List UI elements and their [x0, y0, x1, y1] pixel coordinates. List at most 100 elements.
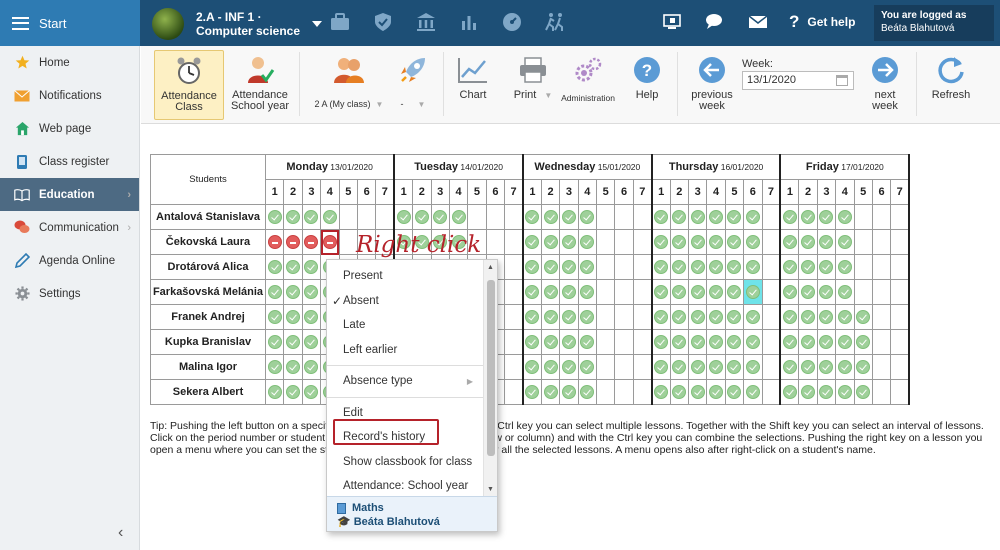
lesson-cell[interactable] — [651, 304, 671, 330]
lesson-cell[interactable] — [614, 329, 634, 355]
lesson-cell[interactable] — [577, 379, 598, 405]
lesson-cell[interactable] — [779, 379, 800, 405]
lesson-number-header[interactable]: 3 — [559, 179, 579, 205]
lesson-cell[interactable] — [687, 254, 708, 280]
lesson-cell[interactable] — [669, 254, 689, 280]
lesson-cell[interactable] — [522, 204, 542, 230]
lesson-cell[interactable] — [890, 229, 911, 255]
lesson-cell[interactable] — [761, 279, 782, 305]
lesson-cell[interactable] — [651, 254, 671, 280]
lesson-cell[interactable] — [596, 204, 616, 230]
lesson-cell[interactable] — [540, 279, 561, 305]
lesson-cell[interactable] — [320, 229, 340, 255]
lesson-number-header[interactable]: 1 — [393, 179, 414, 205]
lesson-cell[interactable] — [669, 379, 689, 405]
lesson-cell[interactable] — [779, 229, 800, 255]
lesson-number-header[interactable]: 7 — [632, 179, 653, 205]
lesson-cell[interactable] — [743, 304, 763, 330]
lesson-cell[interactable] — [816, 229, 837, 255]
lesson-cell[interactable] — [577, 354, 598, 380]
lesson-cell[interactable] — [504, 354, 524, 380]
lesson-cell[interactable] — [540, 229, 561, 255]
lesson-cell[interactable] — [577, 229, 598, 255]
lesson-cell[interactable] — [283, 379, 303, 405]
lesson-cell[interactable] — [871, 379, 892, 405]
lesson-cell[interactable] — [264, 304, 285, 330]
lesson-cell[interactable] — [779, 329, 800, 355]
lesson-cell[interactable] — [669, 279, 689, 305]
lesson-cell[interactable] — [687, 279, 708, 305]
lesson-cell[interactable] — [632, 379, 653, 405]
lesson-cell[interactable] — [522, 229, 542, 255]
briefcase-icon[interactable] — [328, 10, 352, 34]
lesson-cell[interactable] — [853, 304, 873, 330]
lesson-cell[interactable] — [559, 379, 579, 405]
print-button[interactable]: Print ▼ — [505, 50, 561, 120]
lesson-cell[interactable] — [871, 279, 892, 305]
lesson-number-header[interactable]: 5 — [724, 179, 745, 205]
lesson-cell[interactable] — [853, 379, 873, 405]
attendance-class-button[interactable]: Attendance Class — [154, 50, 224, 120]
lesson-cell[interactable] — [761, 329, 782, 355]
lesson-cell[interactable] — [669, 354, 689, 380]
lesson-cell[interactable] — [706, 254, 726, 280]
lesson-cell[interactable] — [890, 279, 911, 305]
lesson-cell[interactable] — [687, 379, 708, 405]
lesson-cell[interactable] — [779, 254, 800, 280]
lesson-number-header[interactable]: 4 — [320, 179, 340, 205]
lesson-cell[interactable] — [504, 379, 524, 405]
bar-chart-icon[interactable] — [457, 10, 481, 34]
lesson-cell[interactable] — [301, 379, 322, 405]
lesson-cell[interactable] — [687, 329, 708, 355]
lesson-cell[interactable] — [724, 204, 745, 230]
lesson-cell[interactable] — [779, 304, 800, 330]
lesson-cell[interactable] — [779, 354, 800, 380]
lesson-cell[interactable] — [724, 279, 745, 305]
lesson-cell[interactable] — [522, 254, 542, 280]
lesson-cell[interactable] — [559, 204, 579, 230]
class-selector[interactable]: 2.A - INF 1 · Computer science — [152, 8, 323, 40]
sidebar-item-settings[interactable]: Settings — [0, 277, 139, 310]
chart-button[interactable]: Chart — [451, 50, 495, 120]
lesson-cell[interactable] — [504, 254, 524, 280]
lesson-cell[interactable] — [669, 229, 689, 255]
lesson-cell[interactable] — [596, 304, 616, 330]
lesson-cell[interactable] — [577, 304, 598, 330]
lesson-number-header[interactable]: 6 — [485, 179, 506, 205]
lesson-cell[interactable] — [743, 204, 763, 230]
lesson-cell[interactable] — [890, 254, 911, 280]
menu-item-show-classbook[interactable]: Show classbook for class — [327, 450, 497, 475]
lesson-cell[interactable] — [798, 329, 818, 355]
lesson-cell[interactable] — [614, 354, 634, 380]
lesson-cell[interactable] — [853, 329, 873, 355]
lesson-cell[interactable] — [798, 379, 818, 405]
week-input[interactable]: 13/1/2020 — [742, 71, 854, 90]
lesson-cell[interactable] — [485, 229, 506, 255]
day-header[interactable]: Thursday 16/01/2020 — [651, 154, 782, 180]
student-name[interactable]: Kupka Branislav — [150, 329, 266, 355]
lesson-cell[interactable] — [706, 304, 726, 330]
lesson-number-header[interactable]: 1 — [264, 179, 285, 205]
lesson-cell[interactable] — [596, 379, 616, 405]
lesson-cell[interactable] — [706, 279, 726, 305]
lesson-cell[interactable] — [871, 229, 892, 255]
lesson-cell[interactable] — [835, 204, 855, 230]
sidebar-item-class-register[interactable]: Class register — [0, 145, 139, 178]
student-name[interactable]: Franek Andrej — [150, 304, 266, 330]
lesson-cell[interactable] — [798, 229, 818, 255]
lesson-cell[interactable] — [614, 304, 634, 330]
lesson-number-header[interactable]: 2 — [283, 179, 303, 205]
lesson-cell[interactable] — [283, 229, 303, 255]
lesson-cell[interactable] — [706, 354, 726, 380]
chat-icon[interactable] — [703, 10, 727, 34]
lesson-cell[interactable] — [448, 204, 469, 230]
lesson-cell[interactable] — [540, 304, 561, 330]
lesson-cell[interactable] — [761, 229, 782, 255]
lesson-cell[interactable] — [632, 354, 653, 380]
lesson-number-header[interactable]: 7 — [761, 179, 782, 205]
lesson-cell[interactable] — [504, 279, 524, 305]
lesson-cell[interactable] — [264, 254, 285, 280]
lesson-number-header[interactable]: 3 — [687, 179, 708, 205]
shield-icon[interactable] — [371, 10, 395, 34]
lesson-cell[interactable] — [871, 204, 892, 230]
